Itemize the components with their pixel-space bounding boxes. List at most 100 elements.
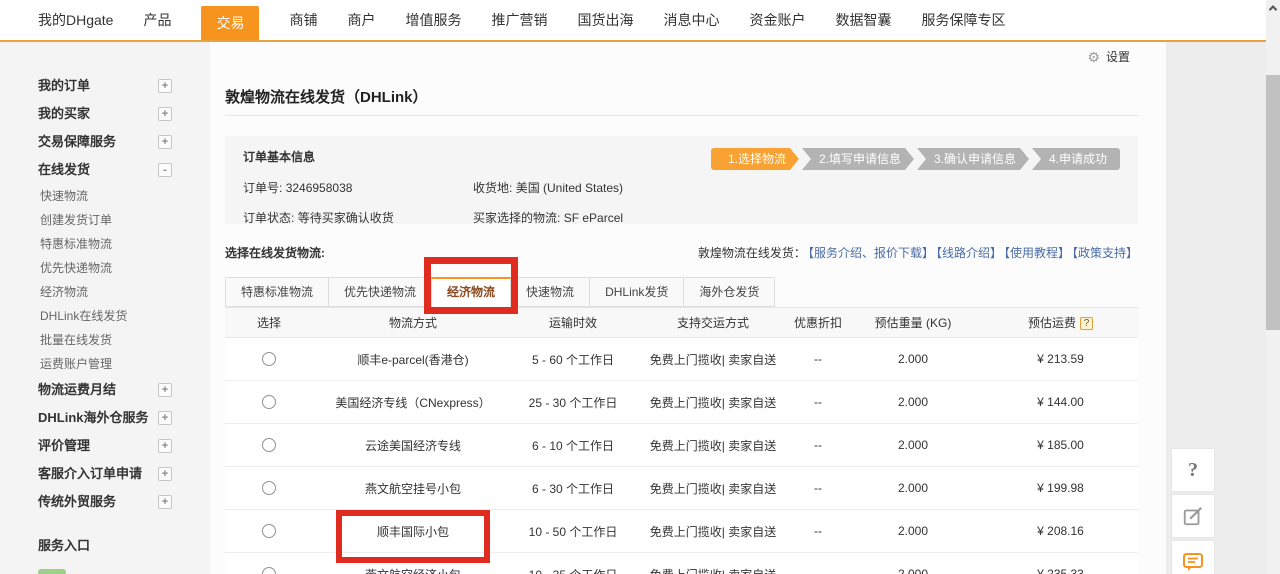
radio-button[interactable] bbox=[262, 481, 276, 495]
shipping-tab[interactable]: 优先快递物流 bbox=[328, 277, 433, 307]
radio-button[interactable] bbox=[262, 395, 276, 409]
nav-item[interactable]: 服务保障专区 bbox=[921, 0, 1005, 40]
table-row[interactable]: 顺丰e-parcel(香港仓) 5 - 60 个工作日 免费上门揽收| 卖家自送… bbox=[225, 337, 1138, 381]
shipping-tab[interactable]: 海外仓发货 bbox=[683, 277, 776, 307]
progress-step: 1.选择物流 bbox=[711, 148, 799, 170]
select-row: 选择在线发货物流: 敦煌物流在线发货： 【服务介绍、报价下载】 【线路介绍】 【使用教… bbox=[225, 244, 1138, 261]
radio-button[interactable] bbox=[262, 524, 276, 538]
delivery-mode-cell: 免费上门揽收| 卖家自送 bbox=[633, 509, 793, 553]
nav-item[interactable]: 我的DHgate bbox=[38, 0, 113, 40]
expander-icon[interactable]: + bbox=[158, 411, 172, 425]
table-row[interactable]: 燕文航空挂号小包 6 - 30 个工作日 免费上门揽收| 卖家自送 -- 2.0… bbox=[225, 466, 1138, 510]
discount-cell: -- bbox=[793, 380, 843, 424]
nav-item[interactable]: 商户 bbox=[347, 0, 375, 40]
help-link[interactable]: 【使用教程】 bbox=[1004, 246, 1070, 260]
field-value: 3246958038 bbox=[285, 181, 353, 195]
sidebar-item[interactable]: 批量在线发货 bbox=[0, 328, 210, 352]
sidebar-item[interactable]: DHLink在线发货 bbox=[0, 304, 210, 328]
expander-icon[interactable]: + bbox=[158, 383, 172, 397]
nav-item[interactable]: 数据智囊 bbox=[835, 0, 891, 40]
feedback-button[interactable] bbox=[1171, 494, 1215, 538]
shipping-tab[interactable]: DHLink发货 bbox=[589, 277, 685, 307]
sidebar-item[interactable]: 创建发货订单 bbox=[0, 208, 210, 232]
col-discount: 优惠折扣 bbox=[793, 307, 843, 338]
table-row[interactable]: 燕文航空经济小包 10 - 35 个工作日 免费上门揽收| 卖家自送 -- 2.… bbox=[225, 552, 1138, 574]
order-info-box: 订单基本信息 订单号: 3246958038 收货地: 美国 (United S… bbox=[225, 136, 1138, 226]
sidebar-item-label: 服务入口 bbox=[38, 538, 91, 553]
order-field: 订单状态: 等待买家确认收货 bbox=[243, 209, 473, 226]
nav-item[interactable]: 推广营销 bbox=[491, 0, 547, 40]
help-button[interactable]: ? bbox=[1171, 448, 1215, 492]
sidebar-item[interactable]: 在线发货 - bbox=[0, 156, 210, 184]
radio-button[interactable] bbox=[262, 567, 276, 574]
select-cell bbox=[225, 552, 313, 574]
sidebar-item[interactable]: 物流运费月结 + bbox=[0, 376, 210, 404]
sidebar-item[interactable]: 经济物流 bbox=[0, 280, 210, 304]
delivery-mode-cell: 免费上门揽收| 卖家自送 bbox=[633, 337, 793, 381]
expander-icon[interactable]: + bbox=[158, 107, 172, 121]
vertical-scrollbar[interactable] bbox=[1266, 0, 1280, 574]
table-row[interactable]: 顺丰国际小包 10 - 50 个工作日 免费上门揽收| 卖家自送 -- 2.00… bbox=[225, 509, 1138, 553]
method-cell: 美国经济专线（CNexpress） bbox=[313, 380, 513, 424]
sidebar-item[interactable]: DHLink海外仓服务 + bbox=[0, 404, 210, 432]
edit-icon bbox=[1183, 506, 1203, 526]
col-method: 物流方式 bbox=[313, 307, 513, 338]
sidebar-item[interactable]: 客服介入订单申请 + bbox=[0, 460, 210, 488]
sidebar-item[interactable]: 优先快递物流 bbox=[0, 256, 210, 280]
help-link[interactable]: 【政策支持】 bbox=[1072, 246, 1138, 260]
expander-icon[interactable]: + bbox=[158, 79, 172, 93]
settings-row[interactable]: ⚙ 设置 bbox=[1087, 48, 1130, 65]
expander-icon[interactable]: + bbox=[158, 495, 172, 509]
scrollbar-thumb[interactable] bbox=[1266, 75, 1280, 330]
nav-item[interactable]: 国货出海 bbox=[577, 0, 633, 40]
nav-item[interactable]: 增值服务 bbox=[405, 0, 461, 40]
expander-icon[interactable]: - bbox=[158, 163, 172, 177]
radio-button[interactable] bbox=[262, 352, 276, 366]
expander-icon[interactable]: + bbox=[158, 467, 172, 481]
sidebar-item[interactable]: 传统外贸服务 + bbox=[0, 488, 210, 516]
nav-item[interactable]: 消息中心 bbox=[663, 0, 719, 40]
help-icon[interactable]: ? bbox=[1080, 317, 1093, 331]
chat-button[interactable] bbox=[1171, 540, 1215, 574]
expander-icon[interactable]: + bbox=[158, 439, 172, 453]
nav-item[interactable]: 产品 bbox=[143, 0, 171, 40]
discount-cell: -- bbox=[793, 466, 843, 510]
radio-button[interactable] bbox=[262, 438, 276, 452]
sidebar-item[interactable]: 快速物流 bbox=[0, 184, 210, 208]
expander-icon[interactable]: + bbox=[158, 135, 172, 149]
method-cell: 云途美国经济专线 bbox=[313, 423, 513, 467]
discount-cell: -- bbox=[793, 552, 843, 574]
table-row[interactable]: 云途美国经济专线 6 - 10 个工作日 免费上门揽收| 卖家自送 -- 2.0… bbox=[225, 423, 1138, 467]
shipping-tab[interactable]: 特惠标准物流 bbox=[225, 277, 330, 307]
field-label: 买家选择的物流: bbox=[473, 211, 561, 225]
sidebar-item-label: 经济物流 bbox=[40, 285, 89, 299]
help-link[interactable]: 【线路介绍】 bbox=[936, 246, 1002, 260]
shipping-tab[interactable]: 经济物流 bbox=[424, 257, 519, 314]
scroll-up-icon[interactable] bbox=[1266, 0, 1280, 16]
nav-item[interactable]: 商铺 bbox=[289, 0, 317, 40]
select-cell bbox=[225, 337, 313, 381]
table-row[interactable]: 美国经济专线（CNexpress） 25 - 30 个工作日 免费上门揽收| 卖… bbox=[225, 380, 1138, 424]
progress-steps: 1.选择物流 2.填写申请信息 3.确认申请信息 4.申请成功 bbox=[711, 148, 1120, 170]
service-entry-icon bbox=[38, 569, 66, 574]
order-field: 买家选择的物流: SF eParcel bbox=[473, 209, 703, 226]
weight-cell: 2.000 bbox=[843, 380, 983, 424]
nav-item[interactable]: 资金账户 bbox=[749, 0, 805, 40]
sidebar-item-label: 优先快递物流 bbox=[40, 261, 113, 275]
help-link[interactable]: 【服务介绍、报价下载】 bbox=[808, 246, 934, 260]
sidebar-item-label: 批量在线发货 bbox=[40, 333, 113, 347]
method-cell: 燕文航空挂号小包 bbox=[313, 466, 513, 510]
weight-cell: 2.000 bbox=[843, 466, 983, 510]
sidebar-item-label: 评价管理 bbox=[38, 438, 91, 453]
settings-label[interactable]: 设置 bbox=[1106, 48, 1130, 65]
nav-item[interactable]: 交易 bbox=[201, 6, 260, 40]
sidebar-item[interactable]: 评价管理 + bbox=[0, 432, 210, 460]
sidebar-item[interactable]: 我的订单 + bbox=[0, 72, 210, 100]
sidebar-item[interactable]: 服务入口 bbox=[0, 532, 210, 560]
shipping-tab[interactable]: 快速物流 bbox=[510, 277, 591, 307]
order-field: 订单号: 3246958038 bbox=[243, 179, 473, 196]
sidebar-item[interactable]: 我的买家 + bbox=[0, 100, 210, 128]
sidebar-item[interactable]: 运费账户管理 bbox=[0, 352, 210, 376]
sidebar-item[interactable]: 特惠标准物流 bbox=[0, 232, 210, 256]
sidebar-item[interactable]: 交易保障服务 + bbox=[0, 128, 210, 156]
